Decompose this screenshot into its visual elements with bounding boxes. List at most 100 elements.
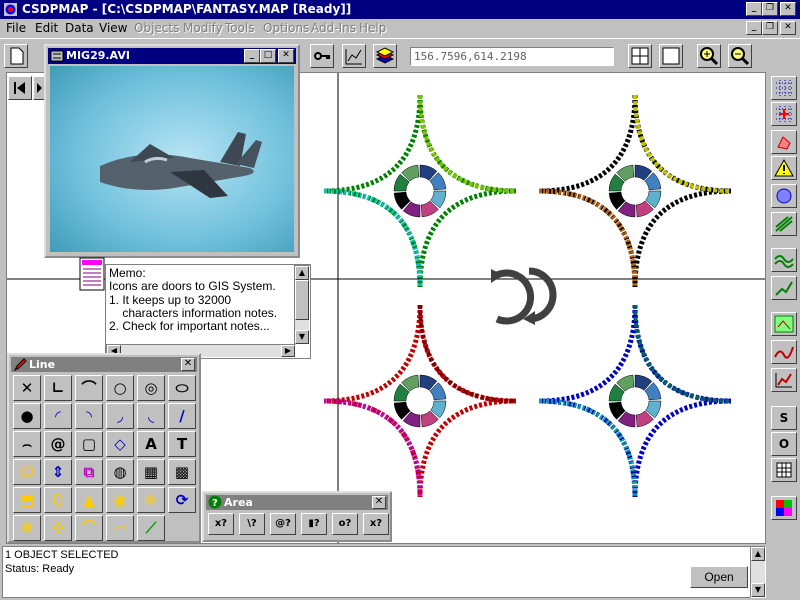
open-button[interactable]: Open xyxy=(690,566,748,588)
nav-first-button[interactable] xyxy=(8,76,32,100)
contour-button[interactable] xyxy=(771,212,797,236)
line-tool-sphere-solid[interactable]: ◉ xyxy=(106,487,134,513)
area-tool-x[interactable]: x? xyxy=(208,513,234,535)
line-tool-arc2[interactable]: ⌢ xyxy=(13,431,41,457)
line-tool-cone[interactable]: ▲ xyxy=(75,487,103,513)
blob-button[interactable] xyxy=(771,184,797,208)
line-tool-gear-arrow[interactable]: ⟳ xyxy=(168,487,196,513)
video-close-button[interactable]: ✕ xyxy=(278,49,294,63)
line-tool-asterisk[interactable]: ✲ xyxy=(137,487,165,513)
calligraphy-emblem[interactable] xyxy=(323,304,517,498)
scroll-down-arrow-icon[interactable]: ▼ xyxy=(295,330,309,344)
menu-tools[interactable]: Tools xyxy=(225,21,255,35)
memo-panel[interactable]: Memo: Icons are doors to GIS System. 1. … xyxy=(105,264,311,359)
line-tool-sphere[interactable]: ◍ xyxy=(106,459,134,485)
area-palette-titlebar[interactable]: ? Area ✕ xyxy=(206,495,388,510)
scroll-right-arrow-icon[interactable]: ▶ xyxy=(281,345,295,357)
line-tool-cube[interactable]: ⬒ xyxy=(13,487,41,513)
line-tool-rounded-rect[interactable]: ▢ xyxy=(75,431,103,457)
area-tool-slash[interactable]: \? xyxy=(239,513,265,535)
menu-file[interactable]: File xyxy=(6,21,26,35)
line-tool-chain[interactable]: ⧉ xyxy=(75,459,103,485)
line-tool-sector[interactable]: ◝ xyxy=(75,403,103,429)
line-palette-close-button[interactable]: ✕ xyxy=(181,358,195,371)
line-tool-diamond[interactable]: ◇ xyxy=(106,431,134,457)
line-tool-pie[interactable]: ◟ xyxy=(137,403,165,429)
line-tool-globe[interactable]: ✻ xyxy=(13,515,41,541)
new-file-button[interactable] xyxy=(4,44,28,68)
video-window[interactable]: MIG29.AVI _ □ ✕ xyxy=(44,44,300,258)
memo-vertical-scrollbar[interactable]: ▲ ▼ xyxy=(294,265,310,345)
line-tool-puzzle[interactable]: ✣ xyxy=(44,515,72,541)
chart-button[interactable] xyxy=(342,44,366,68)
line-palette-titlebar[interactable]: Line ✕ xyxy=(11,357,197,372)
close-button[interactable]: ✕ xyxy=(780,2,796,16)
calligraphy-emblem[interactable] xyxy=(538,304,732,498)
scroll-up-arrow-icon[interactable]: ▲ xyxy=(295,266,309,280)
doc-restore-button[interactable]: ❐ xyxy=(762,21,778,35)
calligraphy-emblem[interactable] xyxy=(323,94,517,288)
terrain-button[interactable] xyxy=(771,248,797,272)
line-tool-curve[interactable]: ∕ xyxy=(168,403,196,429)
line-tool-select-line[interactable]: ✕ xyxy=(13,375,41,401)
region-button[interactable] xyxy=(771,130,797,154)
scroll-thumb[interactable] xyxy=(295,280,309,320)
memo-icon[interactable] xyxy=(79,257,105,291)
line-tool-line[interactable]: ∟ xyxy=(44,375,72,401)
layers-button[interactable] xyxy=(373,44,397,68)
line-tool-smiley[interactable]: ☺ xyxy=(13,459,41,485)
line-tool-text[interactable]: A xyxy=(137,431,165,457)
tile-view-button[interactable] xyxy=(628,44,652,68)
menu-data[interactable]: Data xyxy=(65,21,94,35)
table-button[interactable] xyxy=(771,458,797,482)
menu-objects[interactable]: Objects xyxy=(134,21,179,35)
map-image-button[interactable] xyxy=(771,312,797,336)
zoom-out-button[interactable] xyxy=(728,44,752,68)
line-tool-stack[interactable]: ⇕ xyxy=(44,459,72,485)
line-tool-arc[interactable]: ◜ xyxy=(44,403,72,429)
line-tool-chord[interactable]: ◞ xyxy=(106,403,134,429)
area-tool-o[interactable]: o? xyxy=(332,513,358,535)
line-tool-text-style[interactable]: T xyxy=(168,431,196,457)
area-tool-x2[interactable]: x? xyxy=(363,513,389,535)
menu-options[interactable]: Options xyxy=(263,21,309,35)
line-tool-arch[interactable]: ⌒ xyxy=(75,515,103,541)
menu-modify[interactable]: Modify xyxy=(183,21,223,35)
line-tool-cylinder[interactable]: ⬯ xyxy=(44,487,72,513)
video-maximize-button[interactable]: □ xyxy=(260,49,276,63)
status-scrollbar[interactable]: ▲ ▼ xyxy=(750,546,766,598)
doc-close-button[interactable]: ✕ xyxy=(780,21,796,35)
menu-edit[interactable]: Edit xyxy=(35,21,58,35)
line-tool-grid[interactable]: ▦ xyxy=(137,459,165,485)
warning-button[interactable] xyxy=(771,156,797,180)
maximize-button[interactable]: ❐ xyxy=(762,2,778,16)
line-tool-circle-zoom[interactable]: ◎ xyxy=(137,375,165,401)
video-minimize-button[interactable]: _ xyxy=(244,49,260,63)
menu-view[interactable]: View xyxy=(99,21,127,35)
single-view-button[interactable] xyxy=(659,44,683,68)
area-tool-at[interactable]: @? xyxy=(270,513,296,535)
line-tool-parallelogram[interactable]: ▱ xyxy=(106,515,134,541)
status-scroll-down-icon[interactable]: ▼ xyxy=(751,583,765,597)
grid-tool-button[interactable] xyxy=(771,76,797,100)
area-palette[interactable]: ? Area ✕ x? \? @? ▮? o? x? xyxy=(202,491,392,542)
doc-minimize-button[interactable]: _ xyxy=(746,21,762,35)
status-scroll-up-icon[interactable]: ▲ xyxy=(751,547,765,561)
route-button[interactable] xyxy=(771,276,797,300)
line-tool-polyline[interactable]: ⌒ xyxy=(75,375,103,401)
add-point-button[interactable] xyxy=(771,102,797,126)
o-button[interactable]: O xyxy=(771,432,797,456)
line-tool-hatch[interactable]: ▩ xyxy=(168,459,196,485)
menu-addins[interactable]: Add-Ins xyxy=(311,21,356,35)
analysis-button[interactable] xyxy=(771,368,797,392)
calligraphy-emblem[interactable] xyxy=(538,94,732,288)
minimize-button[interactable]: _ xyxy=(746,2,762,16)
coordinates-field[interactable]: 156.7596,614.2198 xyxy=(410,47,614,66)
area-palette-close-button[interactable]: ✕ xyxy=(372,496,386,509)
line-palette[interactable]: Line ✕ ✕ ∟ ⌒ ○ ◎ ⬭ ● ◜ ◝ ◞ ◟ ∕ ⌢ @ ▢ ◇ A T ☺ ⇕ ⧉ ◍ ▦ ▩ ⬒ ⬯ ▲ ◉ ✲ ⟳ ✻ ✣ ⌒… xyxy=(7,353,201,543)
line-chart-button[interactable] xyxy=(771,340,797,364)
line-tool-cut[interactable]: ⟋ xyxy=(137,515,165,541)
key-button[interactable] xyxy=(310,44,334,68)
line-tool-circle[interactable]: ○ xyxy=(106,375,134,401)
line-tool-spiral[interactable]: @ xyxy=(44,431,72,457)
